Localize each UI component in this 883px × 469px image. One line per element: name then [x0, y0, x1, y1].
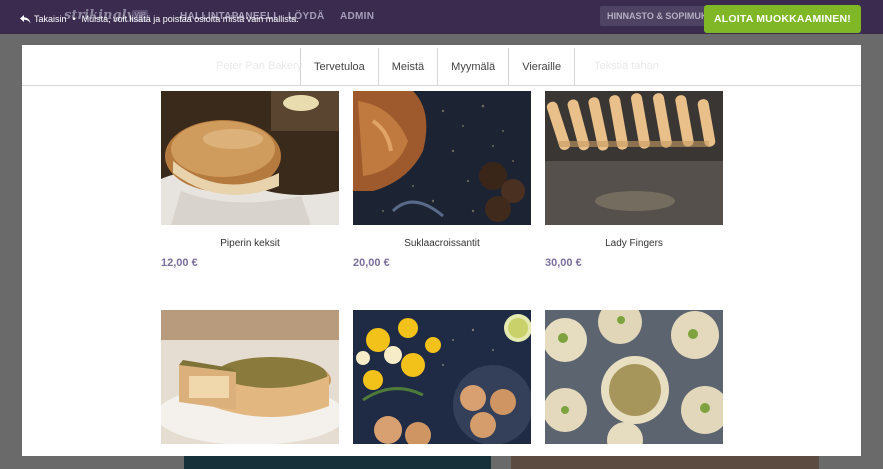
pistachio-cookies-photo[interactable]: [545, 310, 723, 444]
back-label[interactable]: Takaisin: [34, 14, 67, 24]
quiche-photo[interactable]: [161, 310, 339, 444]
pricing-button[interactable]: HINNASTO & SOPIMUKSET: [600, 6, 712, 26]
tab-meista[interactable]: Meistä: [377, 48, 437, 86]
reply-arrow-icon: [20, 14, 31, 23]
bread-loaf-photo[interactable]: [161, 91, 339, 225]
tab-myymala[interactable]: Myymälä: [437, 48, 508, 86]
product-card[interactable]: Lady Fingers 30,00 €: [545, 91, 723, 269]
back-link[interactable]: Takaisin: [20, 14, 67, 24]
product-price: 20,00 €: [353, 257, 390, 269]
product-card[interactable]: [161, 310, 339, 444]
product-name[interactable]: Lady Fingers: [545, 238, 723, 250]
lady-fingers-photo[interactable]: [545, 91, 723, 225]
flowers-cookies-photo[interactable]: [353, 310, 531, 444]
tab-vieraille[interactable]: Vieraille: [508, 48, 576, 86]
site-link-ghost: Tekstiä tähän: [594, 60, 659, 72]
dashboard-nav-item[interactable]: ADMIN: [340, 11, 374, 22]
product-card[interactable]: [353, 310, 531, 444]
product-card[interactable]: Piperin keksit 12,00 €: [161, 91, 339, 269]
site-tabs: Tervetuloa Meistä Myymälä Vieraille: [300, 48, 576, 86]
start-editing-button[interactable]: ALOITA MUOKKAAMINEN!: [704, 5, 861, 33]
product-price: 30,00 €: [545, 257, 582, 269]
croissant-truffles-photo[interactable]: [353, 91, 531, 225]
separator: •: [72, 14, 76, 24]
notice-message: Muista, voit lisätä ja poistaa osioita m…: [81, 14, 299, 24]
product-card[interactable]: [545, 310, 723, 444]
product-card[interactable]: Suklaacroissantit 20,00 €: [353, 91, 531, 269]
product-name[interactable]: Suklaacroissantit: [353, 238, 531, 250]
template-preview[interactable]: Peter Pan Bakery Tekstiä tähän Tervetulo…: [22, 45, 861, 456]
site-navigation: Peter Pan Bakery Tekstiä tähän Tervetulo…: [22, 45, 861, 86]
template-notice: Takaisin • Muista, voit lisätä ja poista…: [20, 14, 299, 24]
product-price: 12,00 €: [161, 257, 198, 269]
site-name-ghost: Peter Pan Bakery: [216, 60, 303, 72]
background-template-thumbnail: [511, 456, 819, 469]
tab-tervetuloa[interactable]: Tervetuloa: [300, 48, 378, 86]
background-template-thumbnail: [184, 456, 491, 469]
product-name[interactable]: Piperin keksit: [161, 238, 339, 250]
